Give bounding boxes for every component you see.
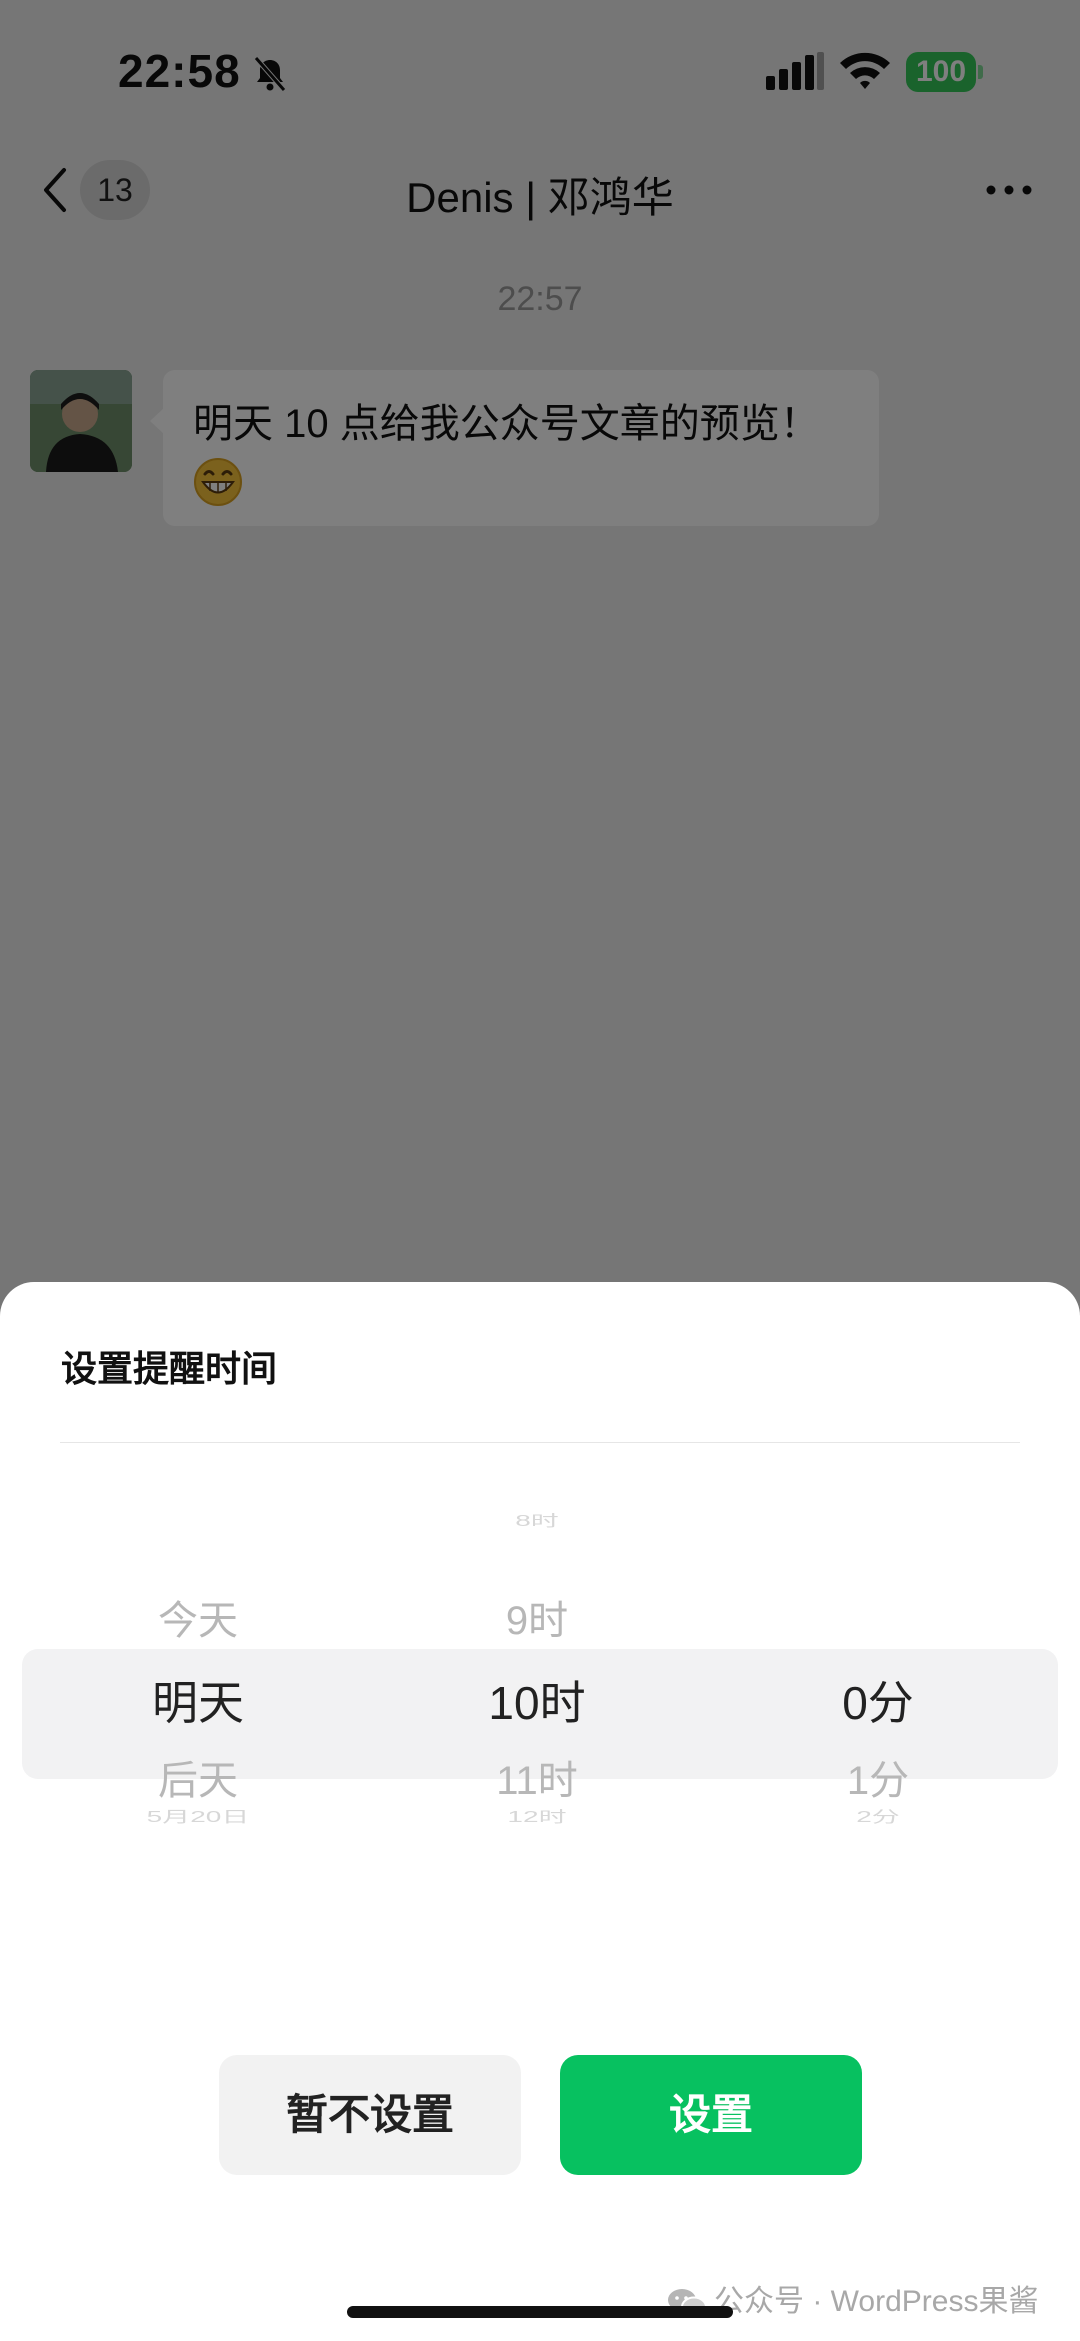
picker-option[interactable]: 5月20日 xyxy=(28,1805,368,1827)
watermark-text: 公众号 · WordPress果酱 xyxy=(714,2285,1039,2318)
picker-option-selected[interactable]: 0分 xyxy=(708,1667,1048,1733)
confirm-button[interactable]: 设置 xyxy=(560,2055,862,2175)
picker-option[interactable]: 今天 xyxy=(28,1588,368,1646)
picker-option[interactable]: 后天 xyxy=(28,1748,368,1806)
hour-picker-column[interactable]: 8时 9时 10时 11时 12时 xyxy=(367,1482,707,1862)
divider xyxy=(60,1442,1020,1443)
reminder-sheet: 设置提醒时间 今天 明天 后天 5月20日 8时 9时 10时 11时 12时 … xyxy=(0,1282,1080,2341)
picker-option[interactable]: 12时 xyxy=(367,1805,707,1827)
picker-option[interactable]: 11时 xyxy=(367,1748,707,1806)
picker-option[interactable]: 9时 xyxy=(367,1588,707,1646)
picker-option-selected[interactable]: 10时 xyxy=(367,1667,707,1733)
cancel-button[interactable]: 暂不设置 xyxy=(219,2055,521,2175)
picker-option[interactable]: 2分 xyxy=(708,1805,1048,1827)
sheet-title: 设置提醒时间 xyxy=(61,1348,278,1389)
picker-option[interactable]: 1分 xyxy=(708,1748,1048,1806)
picker-option-selected[interactable]: 明天 xyxy=(28,1667,368,1733)
home-indicator[interactable] xyxy=(347,2306,733,2318)
day-picker-column[interactable]: 今天 明天 后天 5月20日 xyxy=(28,1482,368,1862)
minute-picker-column[interactable]: 0分 1分 2分 xyxy=(708,1482,1048,1862)
picker-option[interactable]: 8时 xyxy=(367,1509,707,1531)
